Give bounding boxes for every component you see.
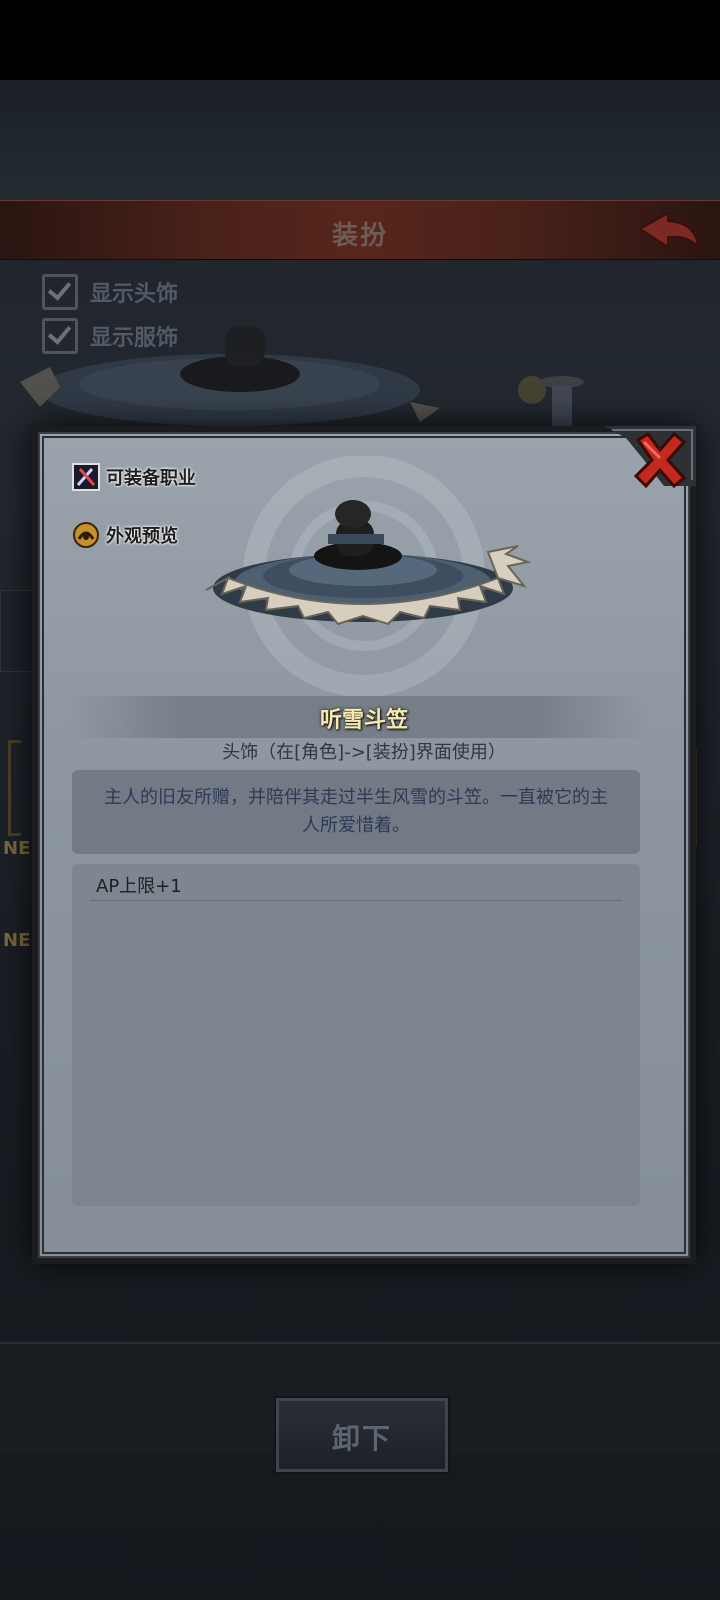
- checkbox-icon[interactable]: [42, 274, 78, 310]
- back-arrow-icon[interactable]: [634, 207, 706, 253]
- close-icon[interactable]: [630, 430, 688, 488]
- straw-hat-icon: [205, 500, 532, 626]
- appearance-preview-button[interactable]: 外观预览: [72, 518, 178, 552]
- item-detail-dialog: 可装备职业 外观预览 听雪斗笠 头饰（在[角色]->[装扮]界面使用） 主人的旧…: [32, 426, 696, 1264]
- side-label: NE: [3, 930, 31, 951]
- page-title: 装扮: [331, 221, 388, 251]
- option-label: 显示头饰: [90, 282, 179, 307]
- option-show-headwear[interactable]: 显示头饰: [42, 274, 178, 310]
- hat-preview-icon: [20, 326, 440, 426]
- item-description: 主人的旧友所赠，并陪伴其走过半生风雪的斗笠。一直被它的主人所爱惜着。: [104, 787, 608, 836]
- appearance-preview-label: 外观预览: [106, 526, 178, 547]
- background-band: [0, 80, 720, 200]
- preview-icon: [73, 522, 99, 548]
- left-bracket: [8, 740, 21, 836]
- item-name: 听雪斗笠: [319, 708, 408, 733]
- side-label: NE: [3, 838, 31, 859]
- item-attributes-box: AP上限+1: [72, 864, 640, 1206]
- sword-staff-icon: [72, 463, 100, 491]
- title-bar: 装扮: [0, 200, 720, 260]
- attribute-divider: [90, 900, 622, 901]
- equippable-class-button[interactable]: 可装备职业: [72, 460, 196, 494]
- equippable-class-label: 可装备职业: [106, 468, 196, 489]
- status-bar-area: [0, 0, 720, 80]
- item-type: 头饰（在[角色]->[装扮]界面使用）: [222, 742, 506, 763]
- item-attribute: AP上限+1: [96, 876, 182, 897]
- character-icon: [518, 376, 584, 426]
- item-description-box: 主人的旧友所赠，并陪伴其走过半生风雪的斗笠。一直被它的主人所爱惜着。: [72, 770, 640, 854]
- unequip-label: 卸下: [331, 1422, 392, 1455]
- left-tab[interactable]: [0, 590, 36, 672]
- unequip-button[interactable]: 卸下: [276, 1398, 448, 1472]
